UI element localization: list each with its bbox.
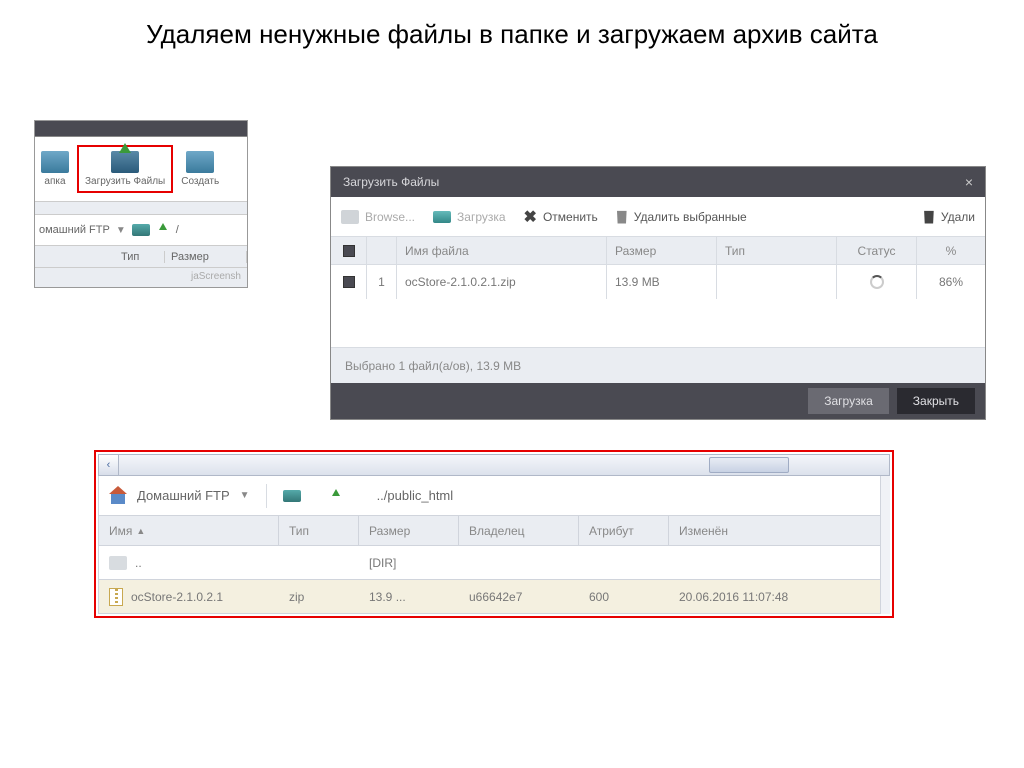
spinner-icon	[870, 275, 884, 289]
dialog-title: Загрузить Файлы	[343, 175, 439, 189]
col-type[interactable]: Тип	[279, 516, 359, 545]
file-listing-panel: ‹ Домашний FTP ▼ ../public_html Имя▲ Тип…	[94, 450, 894, 618]
parent-dir-row[interactable]: .. [DIR]	[98, 546, 890, 580]
up-arrow-icon[interactable]	[329, 489, 343, 503]
scroll-thumb[interactable]	[709, 457, 789, 473]
close-icon[interactable]: ×	[965, 174, 973, 190]
col-type[interactable]: Тип	[717, 237, 837, 264]
file-table-header: Имя▲ Тип Размер Владелец Атрибут Изменён	[98, 516, 890, 546]
horizontal-scrollbar[interactable]: ‹	[98, 454, 890, 476]
current-path[interactable]: ../public_html	[377, 488, 454, 503]
toolbar-screenshot: апка Загрузить Файлы Создать омашний FTP…	[34, 120, 248, 288]
upload-dialog: Загрузить Файлы × Browse... Загрузка ✖От…	[330, 166, 986, 420]
up-arrow-icon[interactable]	[156, 223, 170, 237]
col-size[interactable]: Размер	[607, 237, 717, 264]
drive-icon	[433, 211, 451, 223]
col-owner[interactable]: Владелец	[459, 516, 579, 545]
dropdown-icon[interactable]: ▼	[116, 225, 126, 236]
col-size[interactable]: Размер	[359, 516, 459, 545]
col-status[interactable]: Статус	[837, 237, 917, 264]
col-percent[interactable]: %	[917, 237, 985, 264]
col-filename[interactable]: Имя файла	[397, 237, 607, 264]
col-size[interactable]: Размер	[165, 251, 247, 263]
create-button[interactable]: Создать	[175, 147, 225, 191]
file-row[interactable]: ocStore-2.1.0.2.1 zip 13.9 ... u66642e7 …	[98, 580, 890, 614]
footer-upload-button[interactable]: Загрузка	[808, 388, 889, 414]
col-attributes[interactable]: Атрибут	[579, 516, 669, 545]
col-modified[interactable]: Изменён	[669, 516, 889, 545]
path-nav: Домашний FTP ▼ ../public_html	[98, 476, 890, 516]
home-icon[interactable]	[109, 488, 127, 504]
window-titlebar	[35, 121, 247, 137]
upload-folder-icon	[111, 151, 139, 173]
nav-home-label[interactable]: омашний FTP	[39, 224, 110, 236]
dropdown-icon[interactable]: ▼	[240, 490, 250, 501]
row-filename: ocStore-2.1.0.2.1.zip	[397, 265, 607, 299]
upload-row[interactable]: 1 ocStore-2.1.0.2.1.zip 13.9 MB 86%	[331, 265, 985, 299]
row-checkbox[interactable]	[343, 276, 355, 288]
x-icon: ✖	[524, 207, 537, 227]
folder-icon	[109, 556, 127, 570]
slide-title: Удаляем ненужные файлы в папке и загружа…	[0, 0, 1024, 62]
dialog-titlebar: Загрузить Файлы ×	[331, 167, 985, 197]
row-type	[717, 265, 837, 299]
delete-button[interactable]: Удали	[923, 210, 975, 224]
watermark: jaScreensh	[191, 271, 241, 282]
folder-icon	[41, 151, 69, 173]
select-all-checkbox[interactable]	[343, 245, 355, 257]
col-type[interactable]: Тип	[115, 251, 165, 263]
col-name[interactable]: Имя▲	[99, 516, 279, 545]
folder-icon	[186, 151, 214, 173]
column-headers: Тип Размер	[35, 245, 247, 267]
row-number: 1	[367, 265, 397, 299]
browse-button[interactable]: Browse...	[341, 210, 415, 224]
drive-icon[interactable]	[132, 224, 150, 236]
dialog-toolbar: Browse... Загрузка ✖Отменить Удалить выб…	[331, 197, 985, 237]
footer-close-button[interactable]: Закрыть	[897, 388, 975, 414]
dialog-footer: Загрузка Закрыть	[331, 383, 985, 419]
drive-icon[interactable]	[283, 490, 301, 502]
upload-files-button[interactable]: Загрузить Файлы	[77, 145, 173, 193]
delete-selected-button[interactable]: Удалить выбранные	[616, 210, 747, 224]
new-folder-button[interactable]: апка	[35, 147, 75, 191]
scroll-left-button[interactable]: ‹	[99, 455, 119, 475]
cancel-button[interactable]: ✖Отменить	[524, 207, 598, 227]
vertical-scrollbar[interactable]	[880, 476, 890, 614]
sort-asc-icon: ▲	[136, 526, 145, 536]
row-percent: 86%	[917, 265, 985, 299]
zip-icon	[109, 588, 123, 606]
upload-button[interactable]: Загрузка	[433, 210, 506, 224]
row-size: 13.9 MB	[607, 265, 717, 299]
breadcrumb-nav: омашний FTP ▼ /	[35, 215, 247, 245]
folder-icon	[341, 210, 359, 224]
trash-icon	[923, 210, 935, 224]
dialog-status-bar: Выбрано 1 файл(а/ов), 13.9 MB	[331, 347, 985, 383]
nav-home-label[interactable]: Домашний FTP	[137, 488, 230, 503]
trash-icon	[616, 210, 628, 224]
upload-table-header: Имя файла Размер Тип Статус %	[331, 237, 985, 265]
